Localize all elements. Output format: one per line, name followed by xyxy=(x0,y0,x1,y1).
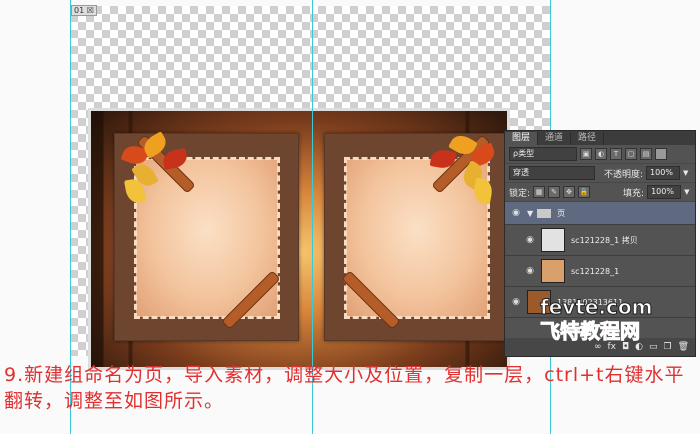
layer-name: sc121228_1 拷贝 xyxy=(571,235,638,245)
layer-row[interactable]: ◉ sc121228_1 xyxy=(505,256,695,287)
eye-icon[interactable]: ◉ xyxy=(505,297,527,307)
layer-name: sc121228_1 xyxy=(571,266,620,276)
image-filter-icon[interactable]: ▣ xyxy=(580,148,592,160)
filter-toggle-icon[interactable] xyxy=(655,148,667,160)
lock-row: 锁定: ▦ ✎ ✥ 🔒 填充: 100% ▼ xyxy=(505,183,695,202)
eye-icon[interactable]: ◉ xyxy=(519,235,541,245)
lock-label: 锁定: xyxy=(509,188,531,199)
folder-icon xyxy=(537,208,552,218)
chevron-down-icon[interactable]: ▼ xyxy=(683,169,688,177)
fill-field[interactable]: 100% xyxy=(647,185,682,199)
eye-icon[interactable]: ◉ xyxy=(505,208,527,218)
filter-kind-select[interactable]: ρ类型 xyxy=(509,147,577,161)
layer-thumbnail xyxy=(541,228,565,252)
panel-tabs: 图层 通道 路径 xyxy=(505,131,695,145)
fill-label: 填充: xyxy=(623,188,645,199)
lock-image-icon[interactable]: ✎ xyxy=(548,186,561,198)
lock-position-icon[interactable]: ✥ xyxy=(563,186,576,198)
layer-group-page[interactable]: ◉ ▼ 页 xyxy=(505,202,695,225)
tab-paths[interactable]: 路径 xyxy=(571,132,605,145)
smart-object-filter-icon[interactable]: ▤ xyxy=(640,148,652,160)
layer-row[interactable]: ◉ sc121228_1 拷贝 xyxy=(505,225,695,256)
left-page-frame xyxy=(114,131,299,341)
lock-all-icon[interactable]: 🔒 xyxy=(578,186,591,198)
blend-mode-select[interactable]: 穿透 xyxy=(509,166,595,180)
eye-icon[interactable]: ◉ xyxy=(519,266,541,276)
lock-transparent-icon[interactable]: ▦ xyxy=(533,186,546,198)
expand-arrow-icon[interactable]: ▼ xyxy=(527,209,533,218)
chevron-down-icon[interactable]: ▼ xyxy=(684,188,689,196)
forest-photo xyxy=(88,108,510,370)
opacity-label: 不透明度: xyxy=(604,169,644,180)
group-name: 页 xyxy=(557,208,566,218)
trash-icon[interactable]: 🗑 xyxy=(678,342,689,352)
new-layer-icon[interactable]: ❐ xyxy=(663,342,671,352)
adjustment-filter-icon[interactable]: ◐ xyxy=(595,148,607,160)
right-page-frame xyxy=(324,131,509,341)
leaf xyxy=(429,148,457,170)
document-tab[interactable]: 01 ☒ xyxy=(71,5,97,16)
shape-filter-icon[interactable]: ▢ xyxy=(625,148,637,160)
type-filter-icon[interactable]: T xyxy=(610,148,622,160)
blend-row: 穿透 不透明度: 100% ▼ xyxy=(505,164,695,183)
tab-layers[interactable]: 图层 xyxy=(505,132,539,145)
leaf xyxy=(161,148,189,170)
left-autumn-leaves xyxy=(120,131,193,206)
right-autumn-leaves xyxy=(425,131,498,206)
filter-row: ρ类型 ▣ ◐ T ▢ ▤ xyxy=(505,145,695,164)
tab-channels[interactable]: 通道 xyxy=(538,132,572,145)
watermark: fevte.com 飞特教程网 xyxy=(539,295,652,344)
watermark-name: 飞特教程网 xyxy=(539,319,640,344)
opacity-field[interactable]: 100% xyxy=(646,166,681,180)
leaf xyxy=(472,177,494,205)
instruction-caption: 9.新建组命名为页，导入素材，调整大小及位置，复制一层，ctrl+t右键水平翻转… xyxy=(4,364,685,412)
layer-thumbnail xyxy=(541,259,565,283)
